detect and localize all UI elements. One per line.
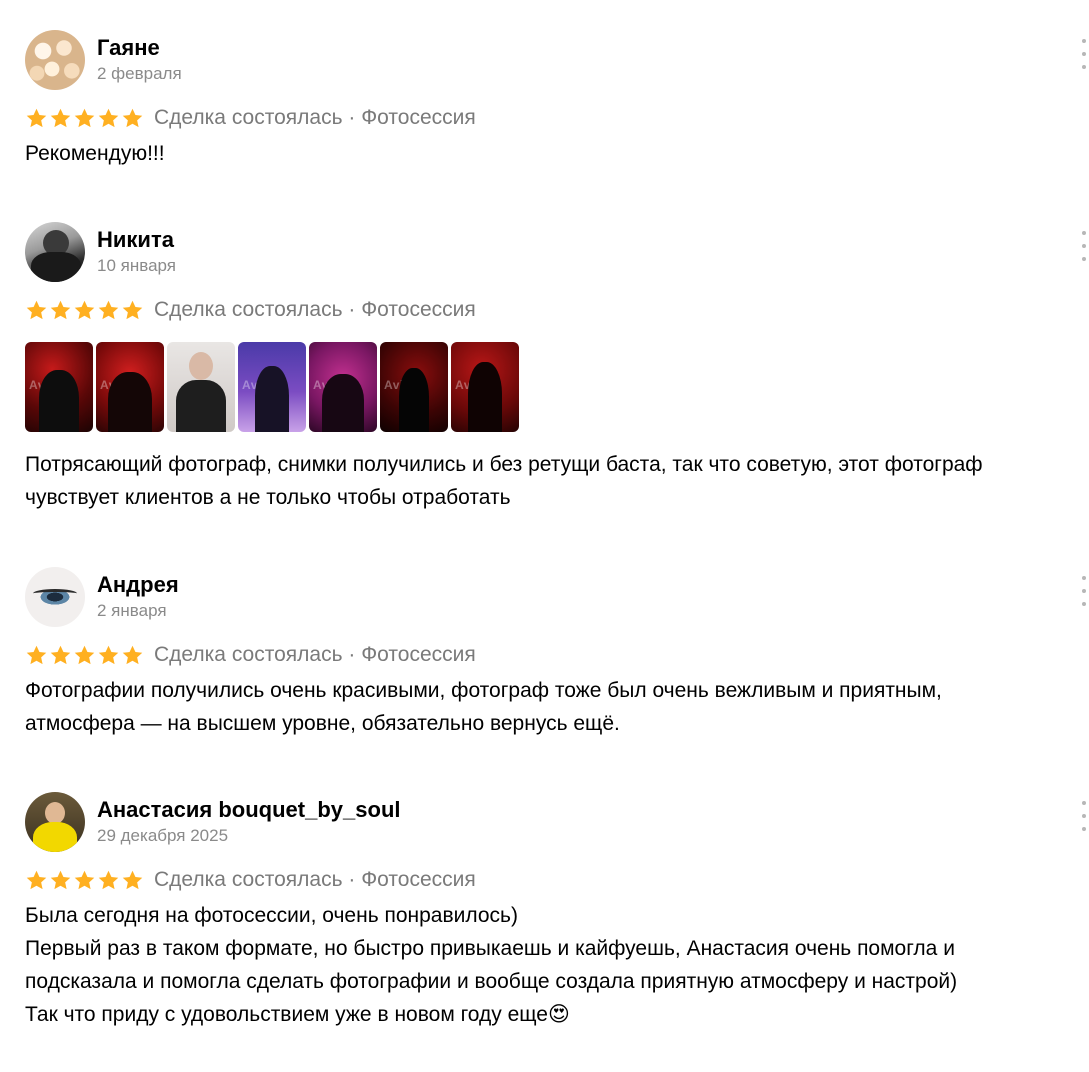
- star-icon: [26, 300, 47, 319]
- star-icon: [50, 645, 71, 664]
- star-icon: [50, 300, 71, 319]
- rating-stars: [25, 299, 144, 322]
- star-icon: [74, 645, 95, 664]
- review-date: 10 января: [97, 256, 176, 275]
- review-header: Никита 10 января: [25, 221, 1085, 283]
- star-icon: [98, 108, 119, 127]
- review-header: Гаяне 2 февраля: [25, 29, 1085, 91]
- reviewer-name[interactable]: Андрея: [97, 572, 179, 598]
- review-item: Гаяне 2 февраля Сделка состоялась · Фото…: [25, 29, 1086, 170]
- star-icon: [122, 870, 143, 889]
- review-rating: Сделка состоялась · Фотосессия: [25, 865, 1085, 895]
- star-icon: [26, 645, 47, 664]
- review-header: Андрея 2 января: [25, 566, 1085, 628]
- star-icon: [98, 300, 119, 319]
- star-icon: [98, 870, 119, 889]
- woman-yellow-avatar[interactable]: [25, 792, 85, 852]
- star-icon: [50, 108, 71, 127]
- star-icon: [74, 300, 95, 319]
- photo-purple-portrait[interactable]: Avito: [238, 342, 306, 432]
- more-options-icon[interactable]: [1079, 231, 1089, 261]
- rating-stars: [25, 869, 144, 892]
- deal-status: Сделка состоялась · Фотосессия: [154, 298, 476, 321]
- review-item: Андрея 2 января Сделка состоялась · Фото…: [25, 566, 1086, 740]
- review-text: Рекомендую!!!: [25, 142, 165, 165]
- review-item: Никита 10 января Сделка состоялась · Фот…: [25, 221, 1086, 514]
- review-photos: Avito Avito Avito Avito Avito Avito: [25, 342, 1085, 432]
- rating-stars: [25, 107, 144, 130]
- rating-stars: [25, 644, 144, 667]
- star-icon: [122, 108, 143, 127]
- star-icon: [122, 300, 143, 319]
- photo-dark-red-portrait[interactable]: Avito: [380, 342, 448, 432]
- photo-light-portrait[interactable]: [167, 342, 235, 432]
- deal-status: Сделка состоялась · Фотосессия: [154, 643, 476, 666]
- eye-avatar[interactable]: [25, 567, 85, 627]
- reviewer-name[interactable]: Анастасия bouquet_by_soul: [97, 797, 401, 823]
- star-icon: [122, 645, 143, 664]
- photo-magenta-portrait[interactable]: Avito: [309, 342, 377, 432]
- star-icon: [98, 645, 119, 664]
- flowers-avatar[interactable]: [25, 30, 85, 90]
- star-icon: [26, 870, 47, 889]
- photo-red-standing[interactable]: Avito: [451, 342, 519, 432]
- review-date: 2 февраля: [97, 64, 182, 83]
- review-item: Анастасия bouquet_by_soul 29 декабря 202…: [25, 791, 1086, 1031]
- more-options-icon[interactable]: [1079, 39, 1089, 69]
- photo-red-portrait[interactable]: Avito: [25, 342, 93, 432]
- review-header: Анастасия bouquet_by_soul 29 декабря 202…: [25, 791, 1085, 853]
- review-text: Потрясающий фотограф, снимки получились …: [25, 453, 983, 509]
- review-rating: Сделка состоялась · Фотосессия: [25, 640, 1085, 670]
- reviewer-name[interactable]: Гаяне: [97, 35, 182, 61]
- review-date: 2 января: [97, 601, 167, 620]
- review-rating: Сделка состоялась · Фотосессия: [25, 295, 1085, 325]
- photographer-avatar[interactable]: [25, 222, 85, 282]
- more-options-icon[interactable]: [1079, 801, 1089, 831]
- review-rating: Сделка состоялась · Фотосессия: [25, 103, 1085, 133]
- review-date: 29 декабря 2025: [97, 826, 229, 845]
- photo-red-portrait-2[interactable]: Avito: [96, 342, 164, 432]
- deal-status: Сделка состоялась · Фотосессия: [154, 106, 476, 129]
- reviewer-name[interactable]: Никита: [97, 227, 176, 253]
- star-icon: [26, 108, 47, 127]
- more-options-icon[interactable]: [1079, 576, 1089, 606]
- review-text: Фотографии получились очень красивыми, ф…: [25, 679, 942, 735]
- review-text: Была сегодня на фотосессии, очень понрав…: [25, 904, 958, 1026]
- star-icon: [74, 108, 95, 127]
- star-icon: [74, 870, 95, 889]
- deal-status: Сделка состоялась · Фотосессия: [154, 868, 476, 891]
- star-icon: [50, 870, 71, 889]
